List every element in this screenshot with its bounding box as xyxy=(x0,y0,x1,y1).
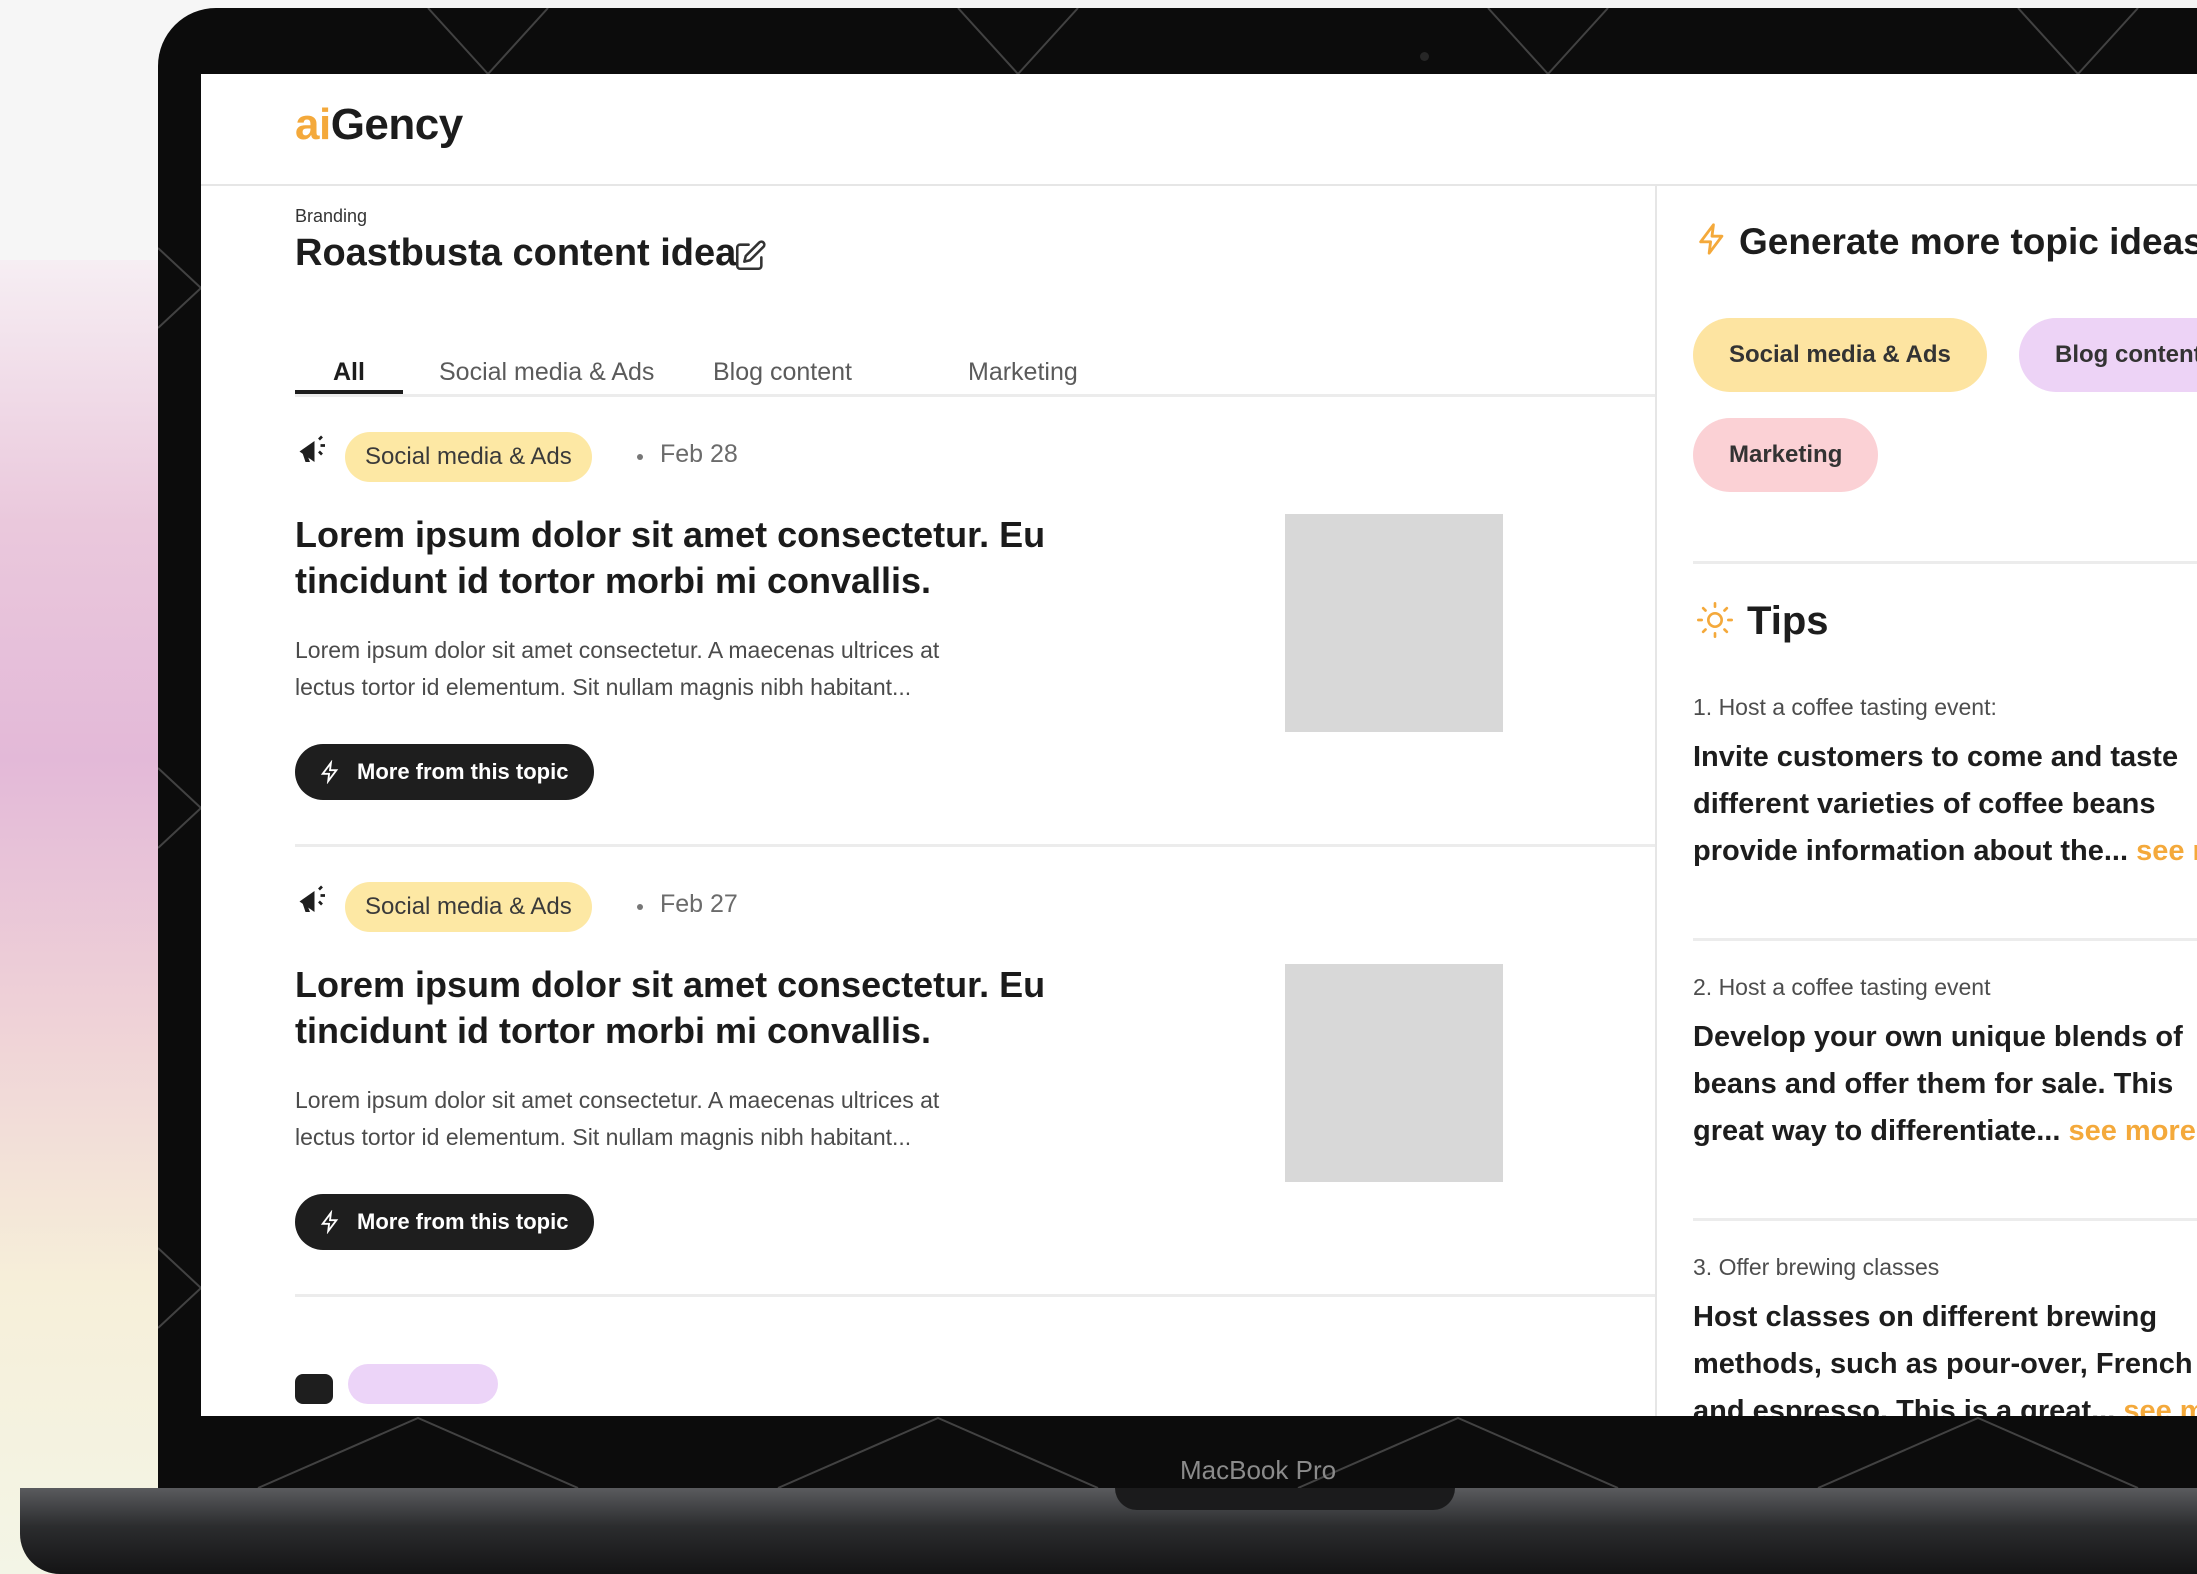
tip-body: Invite customers to come and taste diffe… xyxy=(1693,734,2197,875)
divider xyxy=(1693,938,2197,941)
tip-line: provide information about the... see mor… xyxy=(1693,828,2197,875)
logo-suffix: Gency xyxy=(330,100,464,149)
logo-prefix: ai xyxy=(295,100,331,149)
camera xyxy=(1420,52,1429,61)
tip-line: Invite customers to come and taste xyxy=(1693,741,2179,773)
tab-blog-content[interactable]: Blog content xyxy=(713,358,852,387)
tip-line: methods, such as pour-over, French xyxy=(1693,1348,2193,1380)
sun-icon xyxy=(1695,600,1735,650)
bolt-icon xyxy=(1695,220,1729,267)
separator-dot xyxy=(637,904,643,910)
card-description-line: lectus tortor id elementum. Sit nullam m… xyxy=(295,674,912,700)
card-date: Feb 27 xyxy=(660,890,738,918)
category-badge[interactable]: Social media & Ads xyxy=(345,432,592,482)
tips-title: Tips xyxy=(1747,599,1829,643)
tip-body: Host classes on different brewing method… xyxy=(1693,1294,2197,1416)
laptop-base xyxy=(20,1488,2197,1574)
card-description-line: Lorem ipsum dolor sit amet consectetur. … xyxy=(295,637,940,663)
generate-heading: Generate more topic ideas xyxy=(1695,220,2197,267)
divider xyxy=(1693,561,2197,564)
app-logo[interactable]: aiGency xyxy=(295,100,463,150)
card-thumbnail[interactable] xyxy=(1285,964,1503,1182)
tab-all[interactable]: All xyxy=(333,358,365,387)
megaphone-icon xyxy=(299,435,325,462)
tip-line: different varieties of coffee beans xyxy=(1693,788,2156,820)
tip-body: Develop your own unique blends of beans … xyxy=(1693,1014,2197,1155)
more-from-topic-label: More from this topic xyxy=(357,1209,569,1234)
generate-title: Generate more topic ideas xyxy=(1739,221,2197,262)
top-bar: aiGency xyxy=(201,74,2197,186)
breadcrumb[interactable]: Branding xyxy=(295,206,367,227)
category-badge[interactable]: Social media & Ads xyxy=(345,882,592,932)
separator-dot xyxy=(637,454,643,460)
device-label: MacBook Pro xyxy=(1180,1455,1337,1485)
card-description-line: lectus tortor id elementum. Sit nullam m… xyxy=(295,1124,912,1150)
tip-text: provide information about the... xyxy=(1693,835,2128,867)
tip-label: 3. Offer brewing classes xyxy=(1693,1254,1940,1280)
category-tabs: All Social media & Ads Blog content Mark… xyxy=(295,344,1655,397)
tab-social-media-ads[interactable]: Social media & Ads xyxy=(439,358,654,387)
card-title[interactable]: Lorem ipsum dolor sit amet consectetur. … xyxy=(295,512,1155,604)
card-title[interactable]: Lorem ipsum dolor sit amet consectetur. … xyxy=(295,962,1155,1054)
more-from-topic-button[interactable]: More from this topic xyxy=(295,744,595,800)
card-thumbnail[interactable] xyxy=(1285,514,1503,732)
divider xyxy=(1693,1218,2197,1221)
card-description: Lorem ipsum dolor sit amet consectetur. … xyxy=(295,1082,1095,1156)
main-content: Branding Roastbusta content idea All Soc… xyxy=(295,184,1655,1416)
app-screen: aiGency Branding Roastbusta content idea… xyxy=(201,74,2197,1416)
edit-icon[interactable] xyxy=(733,239,767,278)
more-from-topic-label: More from this topic xyxy=(357,759,569,784)
chip-blog-content[interactable]: Blog content xyxy=(2019,318,2197,392)
tip-label: 1. Host a coffee tasting event: xyxy=(1693,694,1997,720)
card-description-line: Lorem ipsum dolor sit amet consectetur. … xyxy=(295,1087,940,1113)
tip-line: and espresso. This is a great... see mor… xyxy=(1693,1388,2197,1416)
tip-text: and espresso. This is a great... xyxy=(1693,1395,2116,1416)
tips-heading: Tips xyxy=(1695,599,1829,650)
tip-line: Host classes on different brewing xyxy=(1693,1301,2158,1333)
card-date: Feb 28 xyxy=(660,440,738,468)
content-card[interactable]: Social media & Ads Feb 27 Lorem ipsum do… xyxy=(295,844,1655,1297)
see-more-link[interactable]: see more xyxy=(2136,835,2197,867)
see-more-link[interactable]: see more xyxy=(2123,1395,2197,1416)
content-card[interactable]: Social media & Ads Feb 28 Lorem ipsum do… xyxy=(295,394,1655,847)
tip-text: great way to differentiate... xyxy=(1693,1115,2061,1147)
tip-line: beans and offer them for sale. This xyxy=(1693,1068,2174,1100)
more-from-topic-button[interactable]: More from this topic xyxy=(295,1194,595,1250)
tip-line: great way to differentiate... see more xyxy=(1693,1108,2197,1155)
see-more-link[interactable]: see more xyxy=(2068,1115,2195,1147)
tab-marketing[interactable]: Marketing xyxy=(968,358,1078,387)
base-notch xyxy=(1115,1488,1455,1510)
chip-social-media-ads[interactable]: Social media & Ads xyxy=(1693,318,1987,392)
category-badge-partial xyxy=(348,1364,498,1404)
bolt-icon xyxy=(320,760,339,784)
page-title: Roastbusta content idea xyxy=(295,232,737,274)
bolt-icon xyxy=(320,1210,339,1234)
tip-line: Develop your own unique blends of xyxy=(1693,1021,2183,1053)
megaphone-icon xyxy=(299,885,325,912)
card-icon-partial xyxy=(295,1374,333,1404)
card-description: Lorem ipsum dolor sit amet consectetur. … xyxy=(295,632,1095,706)
tip-label: 2. Host a coffee tasting event xyxy=(1693,974,1991,1000)
ideas-sidebar: Generate more topic ideas Social media &… xyxy=(1655,184,2197,1416)
chip-marketing[interactable]: Marketing xyxy=(1693,418,1879,492)
